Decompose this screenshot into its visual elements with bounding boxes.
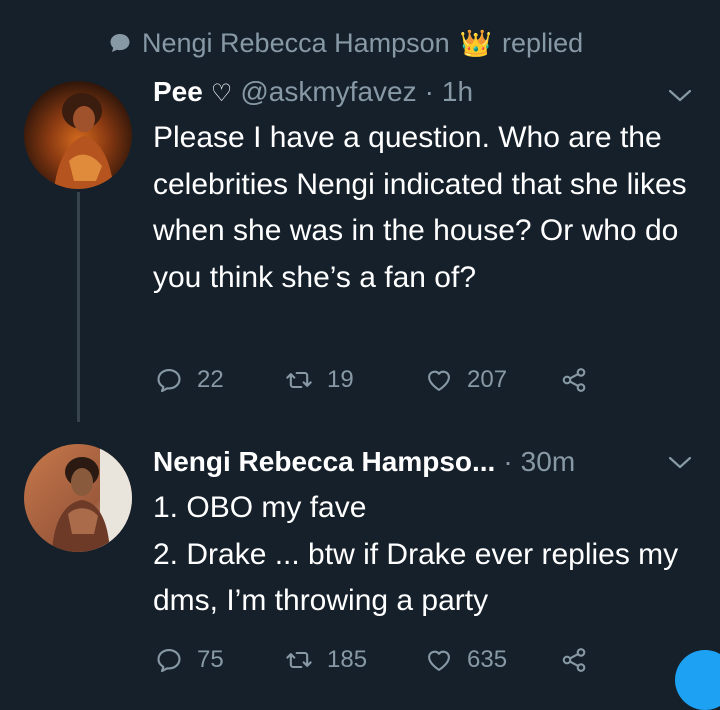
speech-bubble-icon: [110, 34, 130, 52]
reply-button[interactable]: 22: [155, 366, 285, 394]
timestamp[interactable]: 30m: [521, 446, 575, 478]
tweet-text: Please I have a question. Who are the ce…: [153, 121, 687, 294]
reply-button[interactable]: 75: [155, 646, 285, 674]
share-button[interactable]: [560, 366, 588, 394]
display-name[interactable]: Nengi Rebecca Hampso...: [153, 446, 495, 478]
reply-count: 75: [197, 646, 224, 673]
retweet-button[interactable]: 19: [285, 366, 425, 394]
timestamp[interactable]: 1h: [442, 76, 473, 108]
reply-icon: [157, 649, 181, 673]
heart-icon: [428, 370, 450, 391]
retweet-count: 19: [327, 366, 354, 393]
chevron-down-icon[interactable]: [666, 86, 694, 106]
reply-context: Nengi Rebecca Hampson 👑 replied: [108, 28, 583, 58]
tweet-header: Pee ♡ @askmyfavez · 1h: [153, 76, 473, 108]
heart-outline-icon: ♡: [210, 80, 233, 107]
separator: ·: [424, 76, 434, 107]
reply-icon: [157, 369, 181, 393]
avatar[interactable]: [24, 81, 132, 189]
retweet-count: 185: [327, 646, 368, 673]
thread-line: [77, 192, 80, 422]
share-icon: [562, 368, 586, 392]
display-name[interactable]: Pee: [153, 76, 203, 108]
avatar[interactable]: [24, 444, 132, 552]
tweet-line: 1. OBO my fave: [153, 491, 367, 524]
retweet-icon: [286, 651, 312, 669]
heart-icon: [428, 650, 450, 671]
context-action: replied: [502, 27, 584, 58]
tweet-text: 1. OBO my fave 2. Drake ... btw if Drake…: [153, 485, 693, 625]
crown-icon: 👑: [459, 28, 493, 58]
separator: ·: [503, 446, 513, 477]
like-button[interactable]: 207: [425, 366, 560, 394]
tweet-line: 2. Drake ... btw if Drake ever replies m…: [153, 537, 679, 618]
compose-button[interactable]: [675, 650, 720, 710]
handle[interactable]: @askmyfavez: [240, 76, 416, 108]
like-count: 635: [467, 646, 508, 673]
reply-count: 22: [197, 366, 224, 393]
share-button[interactable]: [560, 646, 588, 674]
share-icon: [562, 648, 586, 672]
like-button[interactable]: 635: [425, 646, 560, 674]
avatar-image: [24, 444, 132, 552]
retweet-icon: [286, 371, 312, 389]
chevron-down-icon[interactable]: [666, 453, 694, 473]
tweet-header: Nengi Rebecca Hampso... · 30m: [153, 446, 575, 478]
retweet-button[interactable]: 185: [285, 646, 425, 674]
like-count: 207: [467, 366, 508, 393]
tweet-actions: 22 19 207: [155, 362, 588, 398]
avatar-image: [24, 81, 132, 189]
tweet-actions: 75 185 635: [155, 642, 588, 678]
replier-name[interactable]: Nengi Rebecca Hampson: [142, 28, 450, 59]
